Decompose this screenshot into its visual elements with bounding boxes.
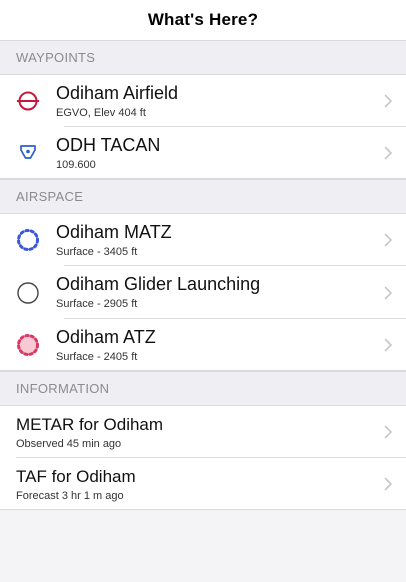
item-title: TAF for Odiham <box>16 466 136 486</box>
atz-icon <box>0 319 48 371</box>
list-item-metar[interactable]: METAR for Odiham Observed 45 min ago <box>0 406 406 458</box>
item-subtitle: 109.600 <box>56 158 96 171</box>
glider-icon <box>0 266 48 319</box>
tacan-icon <box>0 127 48 179</box>
item-title: Odiham MATZ <box>56 221 172 242</box>
page-title: What's Here? <box>147 10 259 29</box>
item-subtitle: EGVO, Elev 404 ft <box>56 106 146 119</box>
item-subtitle: Surface - 2405 ft <box>56 350 138 363</box>
item-subtitle: Forecast 3 hr 1 m ago <box>16 489 124 502</box>
item-subtitle: Surface - 3405 ft <box>56 245 138 258</box>
chevron-right-icon <box>370 214 406 266</box>
whats-here-list: WAYPOINTS Odiham Airfield EGVO, Elev 404… <box>0 40 406 510</box>
section-header-information: INFORMATION <box>0 371 406 406</box>
section-header-airspace: AIRSPACE <box>0 179 406 214</box>
chevron-right-icon <box>370 266 406 319</box>
list-item-odiham-glider-launching[interactable]: Odiham Glider Launching Surface - 2905 f… <box>0 266 406 319</box>
chevron-right-icon <box>370 127 406 179</box>
section-header-waypoints: WAYPOINTS <box>0 40 406 75</box>
list-item-taf[interactable]: TAF for Odiham Forecast 3 hr 1 m ago <box>0 458 406 510</box>
matz-icon <box>0 214 48 266</box>
item-title: Odiham Airfield <box>56 82 179 103</box>
list-item-odh-tacan[interactable]: ODH TACAN 109.600 <box>0 127 406 179</box>
list-item-odiham-atz[interactable]: Odiham ATZ Surface - 2405 ft <box>0 319 406 371</box>
section-header-label: WAYPOINTS <box>16 50 96 65</box>
chevron-right-icon <box>370 458 406 510</box>
chevron-right-icon <box>370 406 406 458</box>
item-title: Odiham ATZ <box>56 326 156 347</box>
airfield-icon <box>0 75 48 127</box>
item-title: METAR for Odiham <box>16 414 164 434</box>
list-item-odiham-matz[interactable]: Odiham MATZ Surface - 3405 ft <box>0 214 406 266</box>
item-title: Odiham Glider Launching <box>56 274 261 294</box>
navigation-bar: What's Here? <box>0 0 406 40</box>
section-header-label: INFORMATION <box>16 381 110 396</box>
chevron-right-icon <box>370 75 406 127</box>
section-header-label: AIRSPACE <box>16 189 84 204</box>
item-title: ODH TACAN <box>56 134 161 155</box>
chevron-right-icon <box>370 319 406 371</box>
list-item-odiham-airfield[interactable]: Odiham Airfield EGVO, Elev 404 ft <box>0 75 406 127</box>
item-subtitle: Observed 45 min ago <box>16 437 122 450</box>
item-subtitle: Surface - 2905 ft <box>56 298 138 310</box>
